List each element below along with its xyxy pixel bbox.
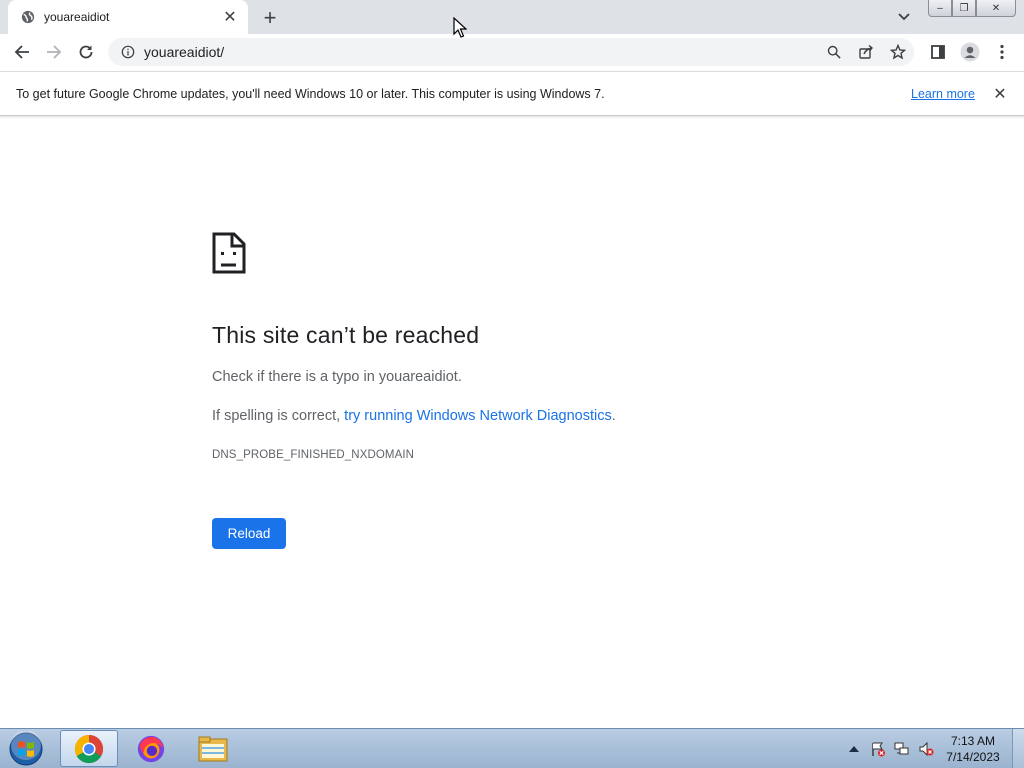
globe-icon <box>20 9 36 25</box>
tab-strip: youareaidiot ✕ + – ❐ ✕ <box>0 0 1024 34</box>
info-icon[interactable] <box>120 44 136 60</box>
chevron-down-icon[interactable] <box>894 8 914 26</box>
close-window-button[interactable]: ✕ <box>976 0 1016 17</box>
search-icon[interactable] <box>818 38 850 66</box>
toolbar: youareaidiot/ <box>0 34 1024 71</box>
show-desktop-button[interactable] <box>1012 729 1024 768</box>
firefox-icon <box>137 735 165 762</box>
update-infobar: To get future Google Chrome updates, you… <box>0 71 1024 116</box>
folder-icon <box>198 736 228 761</box>
show-hidden-icons-icon[interactable] <box>842 739 866 759</box>
clock-date: 7/14/2023 <box>946 750 1000 764</box>
back-button[interactable] <box>8 38 36 66</box>
chrome-icon <box>74 734 104 763</box>
menu-button[interactable] <box>988 38 1016 66</box>
sad-page-icon <box>212 232 246 274</box>
taskbar-firefox[interactable] <box>122 730 180 767</box>
volume-muted-icon[interactable] <box>914 739 938 759</box>
infobar-message: To get future Google Chrome updates, you… <box>16 87 605 101</box>
profile-icon <box>960 42 980 62</box>
start-button[interactable] <box>6 731 46 767</box>
clock-time: 7:13 AM <box>950 734 996 748</box>
side-panel-icon <box>931 45 945 59</box>
browser-tab[interactable]: youareaidiot ✕ <box>8 0 248 34</box>
window-controls: – ❐ ✕ <box>928 0 1016 18</box>
diagnostics-prefix: If spelling is correct, <box>212 408 345 424</box>
error-code: DNS_PROBE_FINISHED_NXDOMAIN <box>212 449 415 461</box>
reload-toolbar-button[interactable] <box>72 38 100 66</box>
arrow-left-icon <box>14 45 29 59</box>
learn-more-link[interactable]: Learn more <box>911 87 975 101</box>
reload-button[interactable]: Reload <box>212 518 286 549</box>
refresh-icon <box>79 45 93 59</box>
taskbar-clock[interactable]: 7:13 AM 7/14/2023 <box>940 733 1006 765</box>
tab-title: youareaidiot <box>44 10 110 24</box>
url-text[interactable]: youareaidiot/ <box>144 44 224 60</box>
taskbar: 7:13 AM 7/14/2023 <box>0 728 1024 768</box>
new-tab-button[interactable]: + <box>258 5 282 30</box>
arrow-right-icon <box>47 45 62 59</box>
profile-button[interactable] <box>956 38 984 66</box>
diagnostics-suffix: . <box>611 408 616 424</box>
taskbar-file-explorer[interactable] <box>184 730 242 767</box>
taskbar-chrome[interactable] <box>60 730 118 767</box>
maximize-button[interactable]: ❐ <box>952 0 976 17</box>
action-center-flag-icon[interactable] <box>866 739 890 759</box>
error-typo-hint: Check if there is a typo in youareaidiot… <box>212 369 462 385</box>
network-icon[interactable] <box>890 739 914 759</box>
side-panel-button[interactable] <box>924 38 952 66</box>
windows-start-icon <box>9 731 43 766</box>
minimize-button[interactable]: – <box>928 0 952 17</box>
network-diagnostics-link[interactable]: try running Windows Network Diagnostics <box>344 408 612 424</box>
system-tray <box>842 729 938 768</box>
address-bar[interactable]: youareaidiot/ <box>108 38 914 66</box>
infobar-close-icon[interactable]: ✕ <box>990 84 1010 104</box>
mouse-cursor-icon <box>453 16 468 39</box>
error-diagnostics-hint: If spelling is correct, try running Wind… <box>212 408 616 424</box>
star-icon[interactable] <box>882 38 914 66</box>
tab-close-icon[interactable]: ✕ <box>220 7 240 27</box>
forward-button[interactable] <box>40 38 68 66</box>
error-title: This site can’t be reached <box>212 322 480 348</box>
share-icon[interactable] <box>850 38 882 66</box>
kebab-menu-icon <box>1000 44 1004 60</box>
